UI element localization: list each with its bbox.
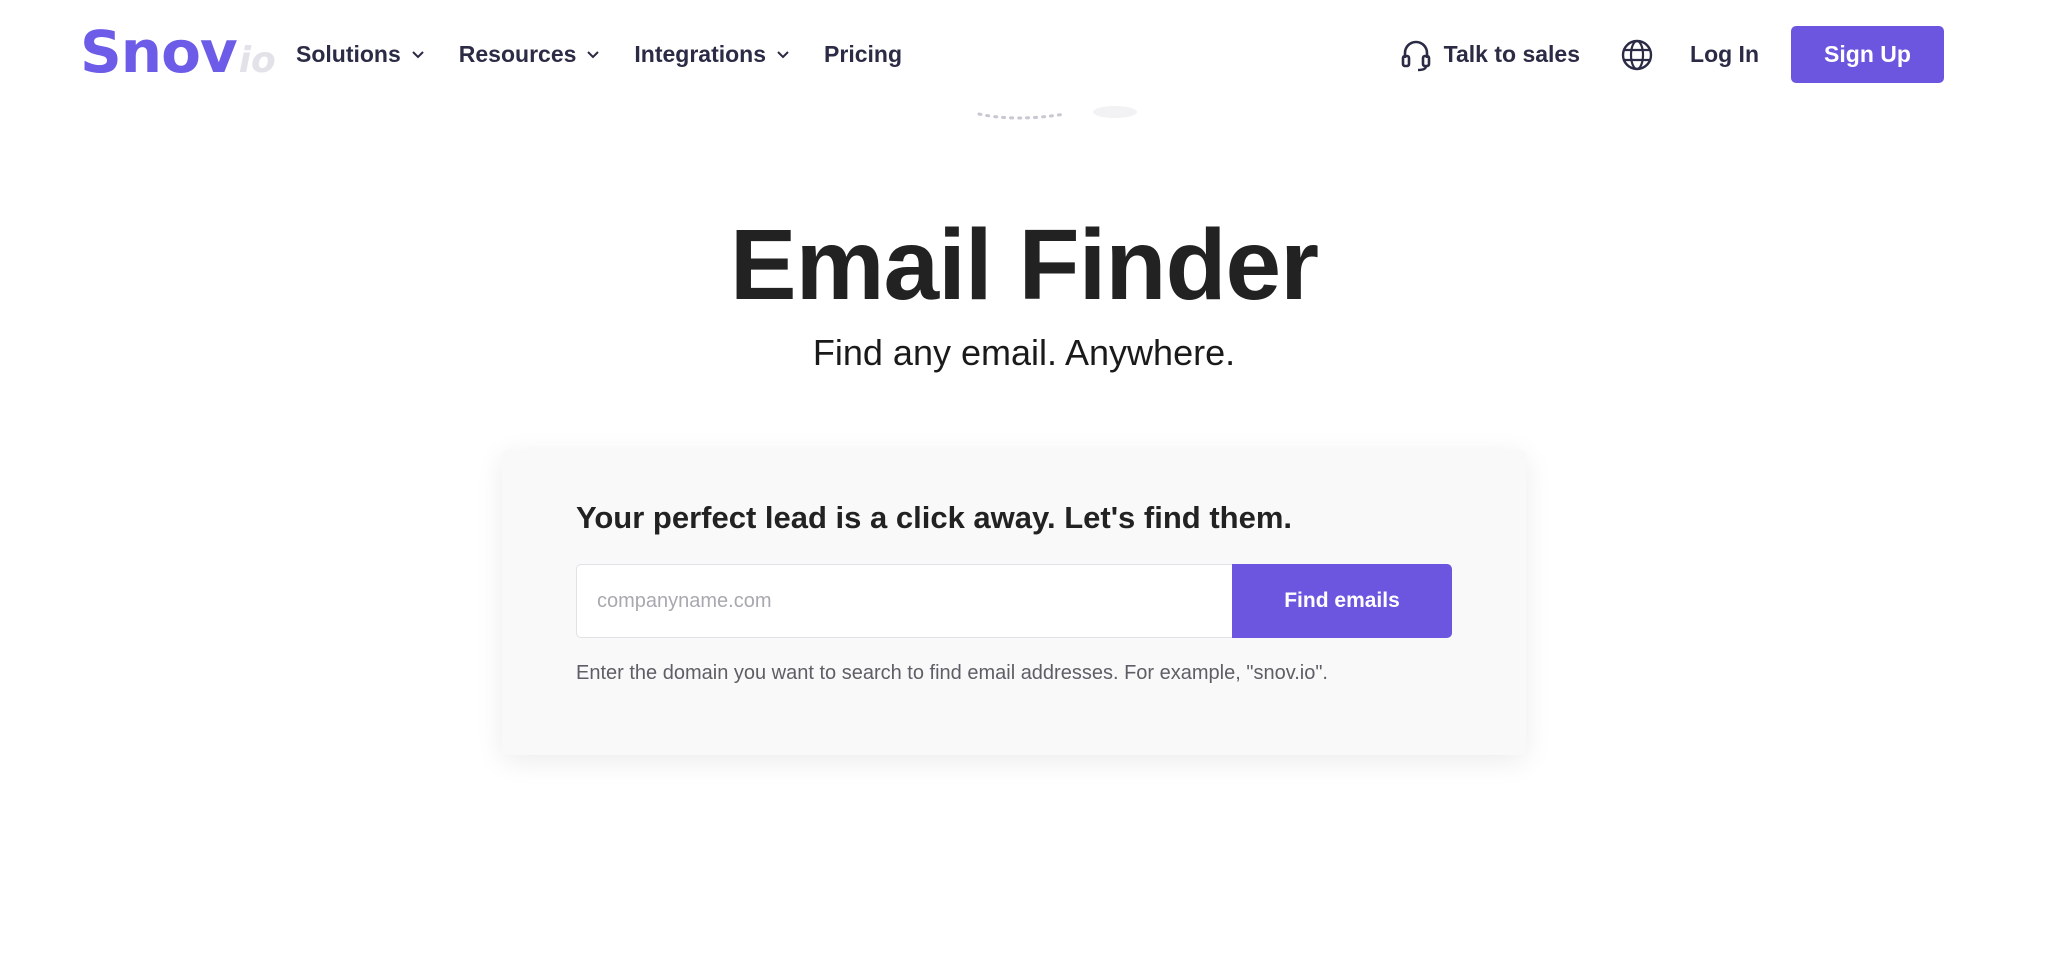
talk-to-sales-link[interactable]: Talk to sales [1400,38,1580,72]
page-subtitle: Find any email. Anywhere. [812,332,1236,373]
finder-hint: Enter the domain you want to search to f… [576,662,1328,684]
headset-icon [1401,40,1430,71]
decorative-dots [977,106,1137,120]
nav-resources[interactable]: Resources [459,41,601,68]
domain-input[interactable] [576,564,1232,638]
globe-icon[interactable] [1620,38,1654,72]
page-title: Email Finder [729,209,1319,321]
nav-pricing[interactable]: Pricing [824,41,902,68]
chevron-down-icon [412,51,424,59]
talk-to-sales-label: Talk to sales [1443,41,1581,67]
main-nav: Solutions Resources Integrations Pricing [296,36,936,72]
snovio-logo[interactable]: Snov io [80,18,276,88]
nav-solutions[interactable]: Solutions [296,41,425,68]
nav-pricing-label: Pricing [824,40,902,67]
domain-search-form: Find emails [576,564,1452,638]
email-finder-card: Your perfect lead is a click away. Let's… [502,450,1526,755]
find-emails-button[interactable]: Find emails [1232,564,1452,638]
header-actions: Talk to sales Log In Sign Up [1400,26,1944,83]
nav-solutions-label: Solutions [296,40,401,67]
chevron-down-icon [587,51,600,59]
chevron-down-icon [777,51,789,59]
site-header: Snov io Solutions Resources Integrations… [0,0,2048,110]
nav-integrations[interactable]: Integrations [634,41,790,68]
signup-button[interactable]: Sign Up [1791,26,1944,83]
logo-wordmark: Snov [80,18,238,86]
login-link[interactable]: Log In [1690,41,1759,68]
logo-suffix: io [238,40,276,81]
finder-heading: Your perfect lead is a click away. Let's… [576,500,1293,535]
nav-resources-label: Resources [458,40,577,67]
nav-integrations-label: Integrations [634,40,767,67]
